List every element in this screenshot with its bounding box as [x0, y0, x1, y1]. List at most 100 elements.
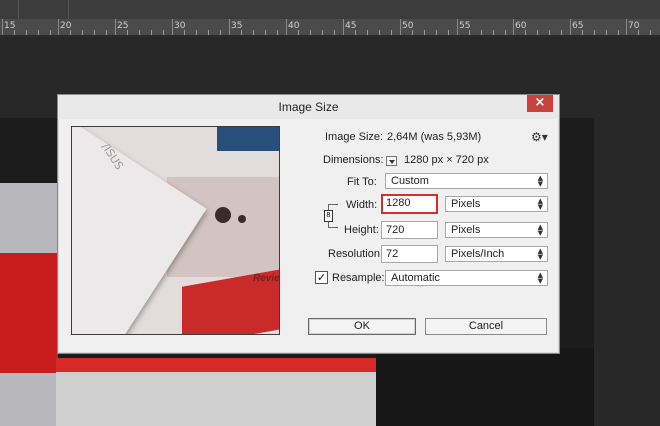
- ruler-tick: [638, 30, 639, 35]
- select-arrows-icon: ▲ ▼: [537, 247, 543, 261]
- ruler-tick: [208, 30, 209, 35]
- horizontal-ruler[interactable]: 15 20 25 30 35 40 45 50 55 60 65 70: [0, 19, 660, 36]
- ruler-tick: [38, 30, 39, 35]
- image-size-label: Image Size:: [325, 131, 384, 143]
- width-label: Width:: [346, 199, 378, 211]
- dialog-title: Image Size: [58, 95, 559, 119]
- ruler-major-tick: [58, 19, 59, 35]
- ruler-tick: [525, 30, 526, 35]
- height-unit-select[interactable]: Pixels ▲ ▼: [445, 222, 548, 238]
- ruler-tick: [448, 30, 449, 35]
- ruler-tick: [196, 30, 197, 35]
- preview-box-top: [217, 127, 279, 151]
- resolution-unit-select[interactable]: Pixels/Inch ▲ ▼: [445, 246, 548, 262]
- select-arrows-icon: ▲ ▼: [537, 271, 543, 285]
- link-icon[interactable]: 8: [324, 210, 333, 222]
- ruler-tick: [412, 30, 413, 35]
- ruler-tick: [310, 30, 311, 35]
- image-size-value: 2,64M (was 5,93M): [387, 131, 482, 143]
- ruler-tick: [265, 30, 266, 35]
- preview-logo-text: /ISUS: [99, 140, 126, 173]
- ruler-tick: [436, 30, 437, 35]
- select-arrows-icon: ▲ ▼: [537, 174, 543, 188]
- image-size-dialog: Image Size × /ISUS Revie Image Size: 2,6…: [57, 94, 560, 354]
- image-preview[interactable]: /ISUS Revie: [71, 126, 280, 335]
- ruler-tick: [582, 30, 583, 35]
- ruler-tick: [469, 30, 470, 35]
- ruler-tick: [650, 30, 651, 35]
- ruler-tick: [14, 30, 15, 35]
- ruler-tick: [367, 30, 368, 35]
- ruler-tick: [163, 30, 164, 35]
- preview-box-hole: [238, 215, 246, 223]
- ruler-tick: [82, 30, 83, 35]
- ruler-major-tick: [570, 19, 571, 35]
- width-unit-select[interactable]: Pixels ▲ ▼: [445, 196, 548, 212]
- ruler-major-tick: [229, 19, 230, 35]
- ruler-tick: [424, 30, 425, 35]
- ruler-tick: [505, 30, 506, 35]
- ruler-tick: [184, 30, 185, 35]
- photo-monitor: [56, 358, 376, 426]
- resolution-unit-value: Pixels/Inch: [451, 248, 505, 260]
- resample-label: Resample:: [332, 272, 385, 284]
- gear-icon[interactable]: ⚙▾: [531, 130, 548, 144]
- select-arrows-icon: ▲ ▼: [537, 197, 543, 211]
- ruler-major-tick: [400, 19, 401, 35]
- ruler-tick: [561, 30, 562, 35]
- ruler-major-tick: [626, 19, 627, 35]
- ruler-tick: [220, 30, 221, 35]
- resolution-input[interactable]: 72: [381, 245, 438, 263]
- ruler-tick: [379, 30, 380, 35]
- photo-dark-area: [376, 348, 594, 426]
- cancel-button[interactable]: Cancel: [425, 318, 547, 335]
- height-input[interactable]: 720: [381, 221, 438, 239]
- fit-to-select[interactable]: Custom ▲ ▼: [385, 173, 548, 189]
- ruler-tick: [139, 30, 140, 35]
- ruler-tick: [391, 30, 392, 35]
- ruler-tick: [277, 30, 278, 35]
- photo-laptop-screen: [0, 183, 58, 426]
- ruler-major-tick: [513, 19, 514, 35]
- ruler-major-tick: [343, 19, 344, 35]
- ruler-tick: [334, 30, 335, 35]
- ruler-tick: [241, 30, 242, 35]
- toolbar-separator: [68, 0, 69, 19]
- resolution-label: Resolution:: [328, 248, 384, 260]
- ruler-tick: [355, 30, 356, 35]
- photo-red-area: [0, 253, 58, 373]
- ok-button[interactable]: OK: [308, 318, 416, 335]
- fit-to-label: Fit To:: [347, 176, 377, 188]
- ruler-tick: [50, 30, 51, 35]
- dimensions-unit-dropdown[interactable]: [386, 156, 397, 166]
- ruler-major-tick: [115, 19, 116, 35]
- height-unit-value: Pixels: [451, 224, 481, 236]
- ruler-tick: [298, 30, 299, 35]
- ruler-major-tick: [286, 19, 287, 35]
- ruler-tick: [606, 30, 607, 35]
- ruler-tick: [322, 30, 323, 35]
- ruler-major-tick: [172, 19, 173, 35]
- resample-select[interactable]: Automatic ▲ ▼: [385, 270, 548, 286]
- ruler-tick: [481, 30, 482, 35]
- ruler-major-tick: [2, 19, 3, 35]
- ruler-tick: [94, 30, 95, 35]
- close-button[interactable]: ×: [527, 95, 553, 112]
- select-arrows-icon: ▲ ▼: [537, 223, 543, 237]
- dimensions-value: 1280 px × 720 px: [404, 154, 489, 166]
- ruler-tick: [26, 30, 27, 35]
- ruler-major-tick: [457, 19, 458, 35]
- preview-box-hole: [215, 207, 231, 223]
- height-label: Height:: [344, 224, 379, 236]
- ruler-tick: [537, 30, 538, 35]
- width-input[interactable]: 1280: [381, 194, 438, 214]
- ruler-tick: [493, 30, 494, 35]
- options-bar: [0, 0, 660, 19]
- ruler-tick: [549, 30, 550, 35]
- resample-checkbox[interactable]: ✓: [315, 271, 328, 284]
- width-unit-value: Pixels: [451, 198, 481, 210]
- ruler-tick: [127, 30, 128, 35]
- resample-value: Automatic: [391, 272, 440, 284]
- ruler-tick: [618, 30, 619, 35]
- ruler-tick: [106, 30, 107, 35]
